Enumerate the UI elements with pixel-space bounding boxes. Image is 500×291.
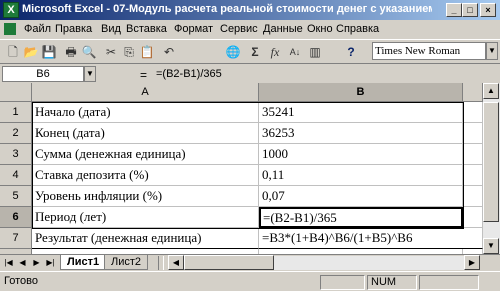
- status-bar: Готово NUM: [0, 271, 500, 291]
- cell-b1[interactable]: 35241: [259, 102, 463, 123]
- select-all-corner[interactable]: [0, 83, 32, 102]
- open-icon[interactable]: 📂: [22, 43, 40, 61]
- hyperlink-icon[interactable]: 🌐: [224, 43, 242, 61]
- preview-icon[interactable]: 🔍: [80, 43, 98, 61]
- workbook-icon[interactable]: [4, 23, 16, 35]
- scroll-up-icon[interactable]: ▲: [483, 83, 499, 99]
- name-box[interactable]: B6: [2, 66, 84, 82]
- tab-sheet2[interactable]: Лист2: [104, 255, 149, 270]
- chevron-down-icon[interactable]: ▼: [84, 66, 96, 82]
- window-title: Microsoft Excel - 07-Модуль расчета реал…: [22, 3, 432, 15]
- column-header-b[interactable]: B: [259, 83, 463, 102]
- cell-a1[interactable]: Начало (дата): [32, 102, 259, 123]
- cell-a3[interactable]: Сумма (денежная единица): [32, 144, 259, 165]
- cell-a2[interactable]: Конец (дата): [32, 123, 259, 144]
- last-sheet-icon[interactable]: ▶|: [44, 256, 57, 270]
- row-header[interactable]: 5: [0, 186, 32, 207]
- row-header[interactable]: 1: [0, 102, 32, 123]
- status-num: NUM: [367, 275, 417, 290]
- tab-split-handle[interactable]: [158, 256, 164, 270]
- row-header-selected[interactable]: 6: [0, 207, 32, 228]
- menu-data[interactable]: Данные: [263, 23, 303, 35]
- next-sheet-icon[interactable]: ▶: [30, 256, 43, 270]
- cell-b2[interactable]: 36253: [259, 123, 463, 144]
- function-icon[interactable]: fx: [266, 43, 284, 61]
- print-icon[interactable]: 🖶: [62, 43, 80, 61]
- cell-b6-selected[interactable]: =(B2-B1)/365: [259, 207, 463, 228]
- vertical-scrollbar[interactable]: ▲ ▼: [483, 83, 500, 254]
- cell-a7[interactable]: Результат (денежная единица): [32, 228, 259, 249]
- cell-b3[interactable]: 1000: [259, 144, 463, 165]
- formula-input[interactable]: =(B2-B1)/365: [156, 68, 222, 80]
- cell-a4[interactable]: Ставка депозита (%): [32, 165, 259, 186]
- column-header-a[interactable]: A: [32, 83, 259, 102]
- row-header[interactable]: 7: [0, 228, 32, 249]
- cell-b4[interactable]: 0,11: [259, 165, 463, 186]
- font-name-select[interactable]: Times New Roman: [372, 42, 486, 60]
- row-header[interactable]: 2: [0, 123, 32, 144]
- menu-help[interactable]: Справка: [336, 23, 379, 35]
- scroll-thumb-h[interactable]: [184, 255, 274, 270]
- worksheet-grid[interactable]: A B 1 Начало (дата) 35241 2 Конец (дата)…: [0, 83, 483, 254]
- cell-c4[interactable]: [463, 165, 483, 186]
- menu-edit[interactable]: Правка: [55, 23, 92, 35]
- excel-app-icon[interactable]: X: [3, 2, 19, 18]
- row-header[interactable]: 4: [0, 165, 32, 186]
- copy-icon[interactable]: ⎘: [120, 43, 138, 61]
- close-button[interactable]: ×: [480, 3, 496, 17]
- cell-c5[interactable]: [463, 186, 483, 207]
- sort-asc-icon[interactable]: A↓: [286, 43, 304, 61]
- chart-icon[interactable]: ▥: [306, 43, 324, 61]
- sheet-tabs-bar: |◀ ◀ ▶ ▶| Лист1 Лист2 ◀ ▶: [0, 254, 500, 271]
- cell-c1[interactable]: [463, 102, 483, 123]
- scroll-left-icon[interactable]: ◀: [168, 255, 184, 270]
- menu-window[interactable]: Окно: [307, 23, 333, 35]
- cell-b7[interactable]: =B3*(1+B4)^B6/(1+B5)^B6: [259, 228, 483, 249]
- cell-c2[interactable]: [463, 123, 483, 144]
- scroll-right-icon[interactable]: ▶: [464, 255, 480, 270]
- column-header-c[interactable]: [463, 83, 483, 102]
- formula-equals-label: =: [140, 68, 148, 82]
- status-ready: Готово: [4, 275, 38, 287]
- menu-tools[interactable]: Сервис: [220, 23, 258, 35]
- cut-icon[interactable]: ✂: [102, 43, 120, 61]
- save-icon[interactable]: 💾: [40, 43, 58, 61]
- horizontal-scrollbar[interactable]: ◀ ▶: [168, 255, 480, 270]
- menu-view[interactable]: Вид: [101, 23, 121, 35]
- menu-bar: Файл Правка Вид Вставка Формат Сервис Да…: [0, 20, 500, 39]
- paste-icon[interactable]: 📋: [138, 43, 156, 61]
- menu-format[interactable]: Формат: [174, 23, 213, 35]
- menu-insert[interactable]: Вставка: [126, 23, 167, 35]
- minimize-button[interactable]: _: [446, 3, 462, 17]
- undo-icon[interactable]: ↶: [160, 43, 178, 61]
- first-sheet-icon[interactable]: |◀: [2, 256, 15, 270]
- cell-c3[interactable]: [463, 144, 483, 165]
- cell-a6[interactable]: Период (лет): [32, 207, 259, 228]
- row-header[interactable]: 3: [0, 144, 32, 165]
- autosum-icon[interactable]: Σ: [246, 43, 264, 61]
- status-panel: [320, 275, 365, 290]
- menu-file[interactable]: Файл: [24, 23, 51, 35]
- cell-c6[interactable]: [463, 207, 483, 228]
- scroll-thumb[interactable]: [483, 102, 499, 222]
- maximize-button[interactable]: □: [462, 3, 478, 17]
- cell-b5[interactable]: 0,07: [259, 186, 463, 207]
- chevron-down-icon[interactable]: ▼: [486, 42, 498, 60]
- tab-sheet1[interactable]: Лист1: [60, 255, 107, 270]
- cell-a5[interactable]: Уровень инфляции (%): [32, 186, 259, 207]
- help-icon[interactable]: ?: [342, 43, 360, 61]
- scroll-down-icon[interactable]: ▼: [483, 238, 499, 254]
- status-panel: [419, 275, 479, 290]
- prev-sheet-icon[interactable]: ◀: [16, 256, 29, 270]
- new-icon[interactable]: 🗋: [4, 43, 22, 61]
